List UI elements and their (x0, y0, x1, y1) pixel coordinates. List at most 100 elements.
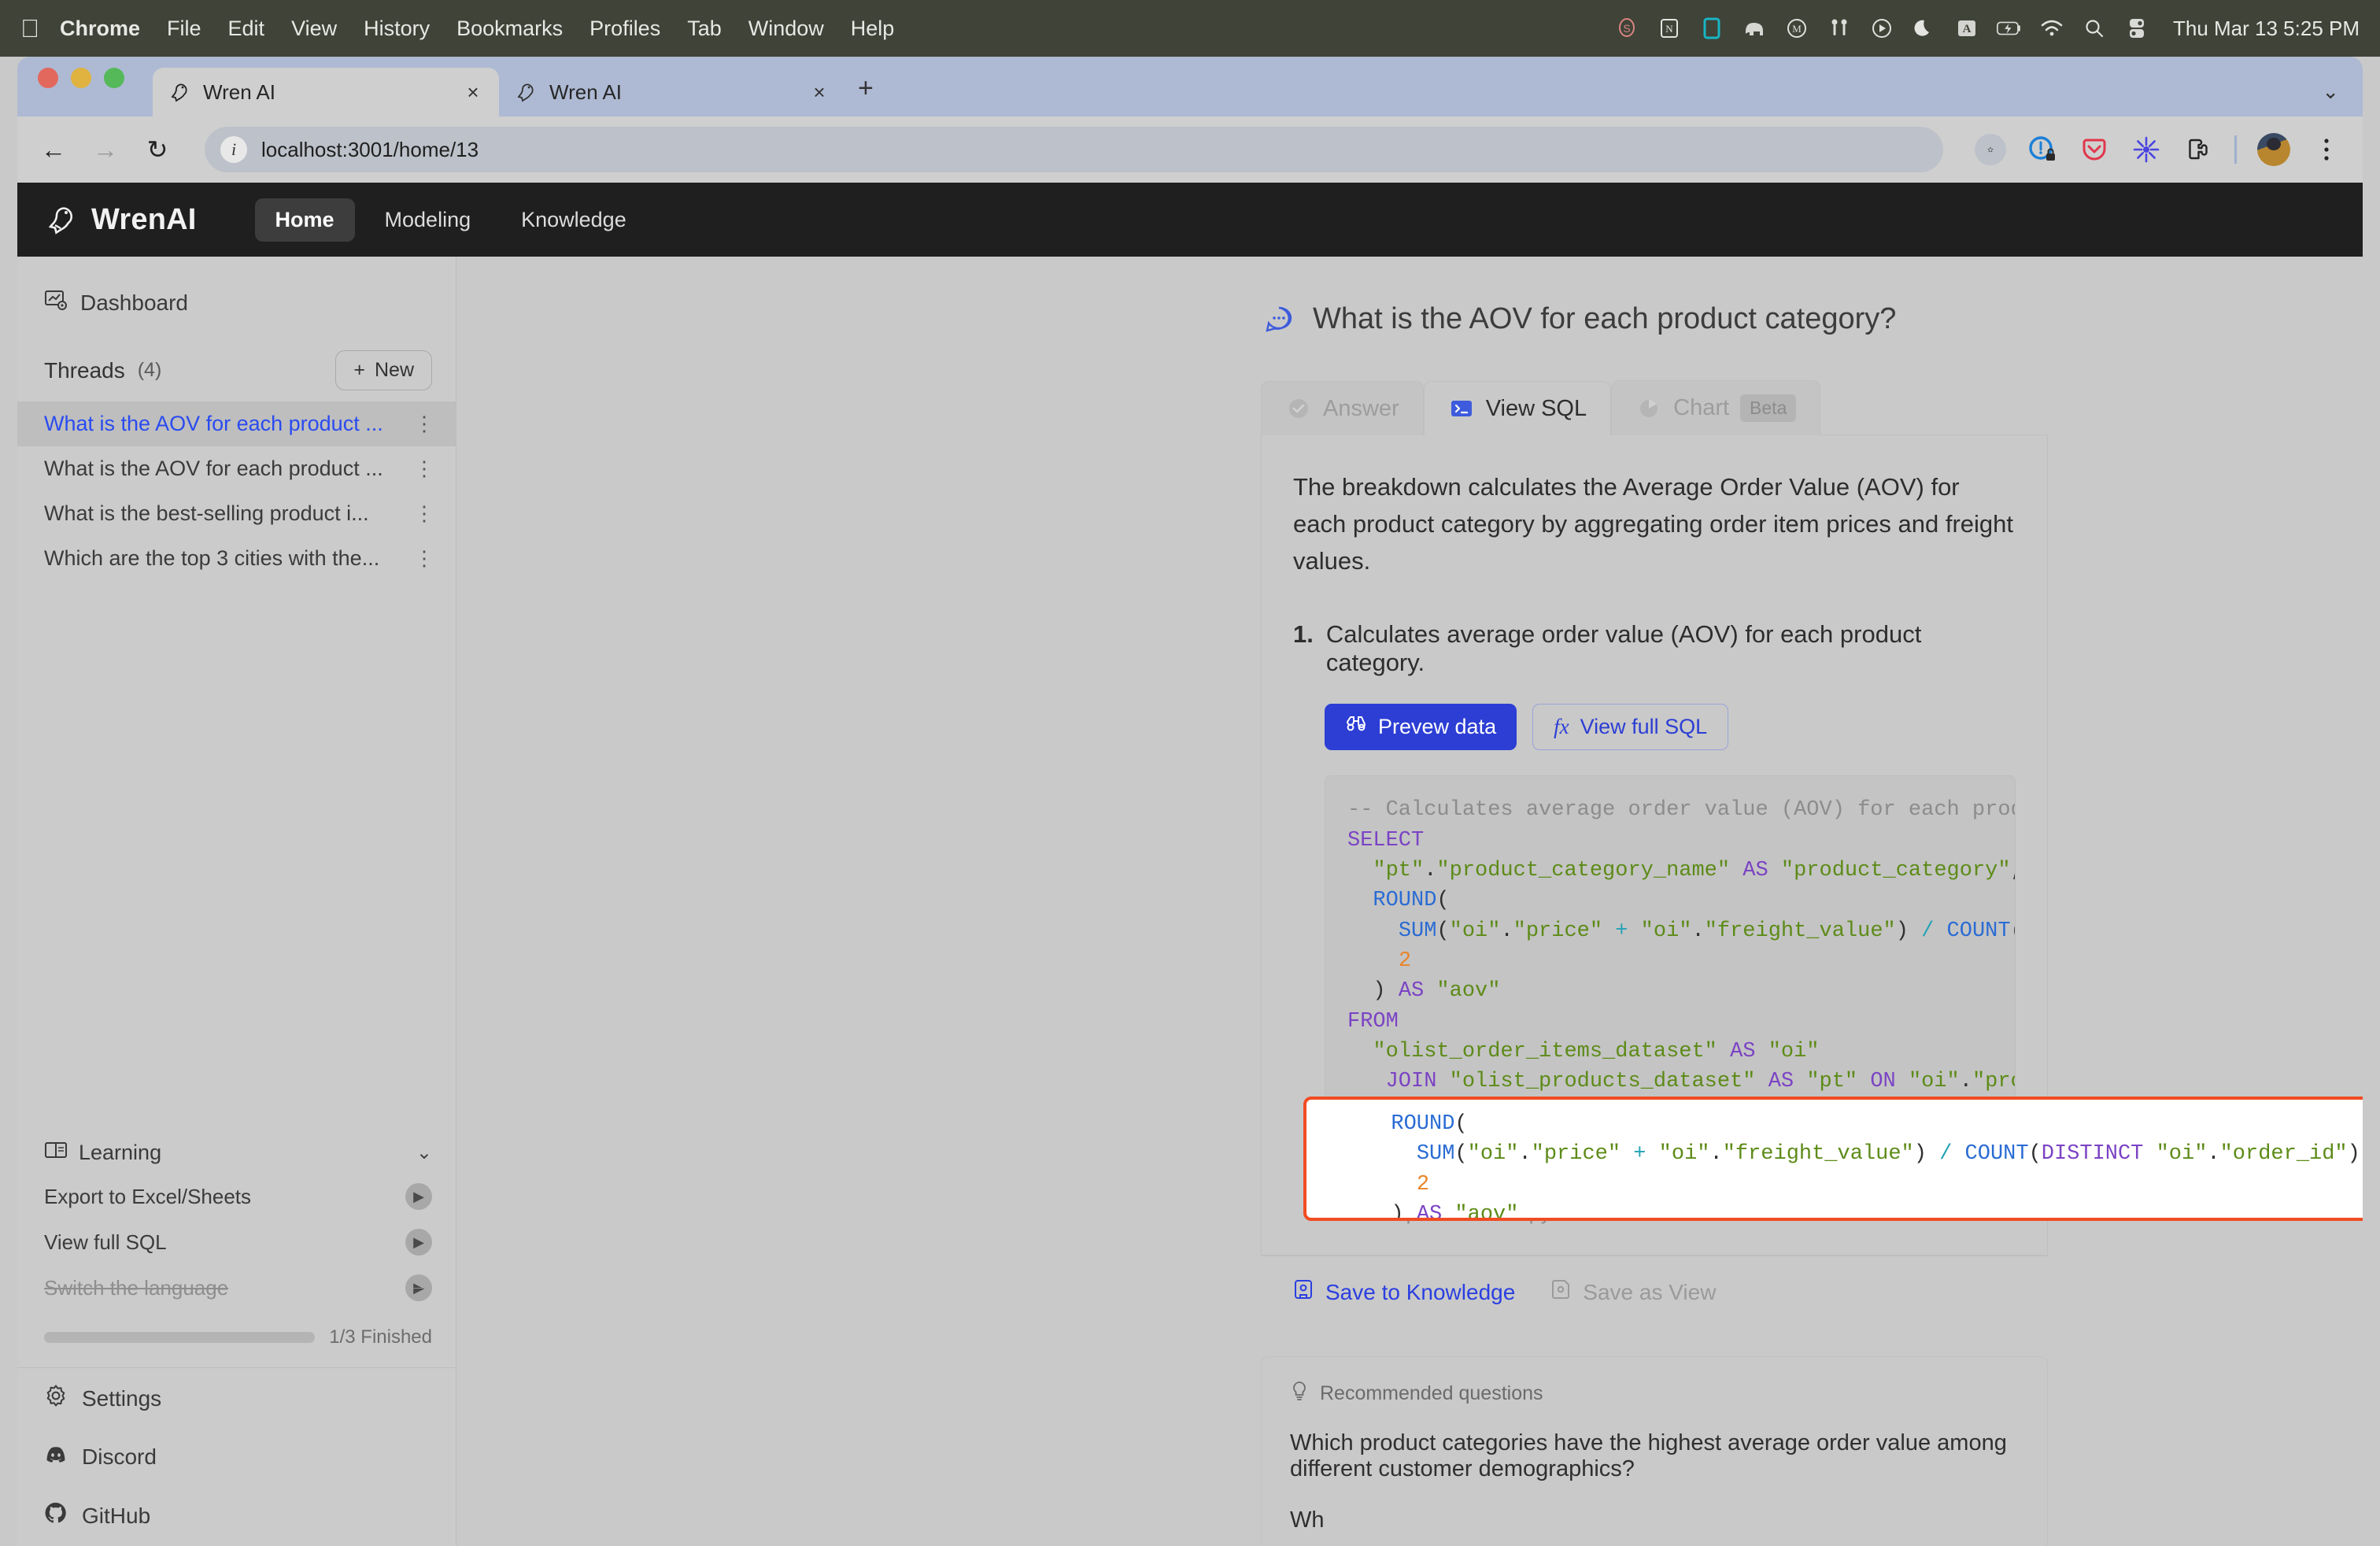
privacy-badge-icon[interactable] (2027, 134, 2058, 165)
recommended-title: Recommended questions (1320, 1382, 1543, 1405)
menu-file[interactable]: File (167, 17, 201, 41)
airpods-icon[interactable] (1827, 16, 1852, 41)
input-source-a-icon[interactable]: A (1954, 16, 1979, 41)
discord-icon (44, 1444, 68, 1470)
save-as-view-button[interactable]: Save as View (1550, 1278, 1716, 1306)
sidebar-item-label: Settings (82, 1385, 162, 1411)
wren-bird-icon (515, 80, 538, 104)
close-icon[interactable]: × (463, 80, 483, 105)
forward-button[interactable]: → (90, 134, 121, 165)
apple-logo-icon[interactable]:  (20, 16, 39, 41)
menu-bookmarks[interactable]: Bookmarks (456, 17, 563, 41)
sidebar-thread-4[interactable]: Which are the top 3 cities with the... ⋮ (17, 536, 456, 581)
step-text: Calculates average order value (AOV) for… (1325, 620, 1922, 677)
thread-more-icon[interactable]: ⋮ (414, 546, 435, 571)
view-full-sql-button[interactable]: fx View full SQL (1532, 704, 1729, 751)
chat-bubble-icon (1262, 303, 1295, 336)
sql-step: 1. Calculates average order value (AOV) … (1293, 620, 2016, 677)
thread-more-icon[interactable]: ⋮ (414, 501, 435, 526)
wren-bird-logo-icon (44, 202, 80, 238)
sidebar-item-dashboard[interactable]: Dashboard (17, 277, 456, 328)
thread-more-icon[interactable]: ⋮ (414, 412, 435, 436)
fx-icon: fx (1554, 715, 1569, 739)
menu-window[interactable]: Window (748, 17, 824, 41)
tab-answer[interactable]: Answer (1261, 381, 1424, 435)
bracket-teal-icon[interactable] (1699, 16, 1724, 41)
profile-avatar[interactable] (2257, 133, 2290, 166)
pocket-icon[interactable] (2079, 134, 2110, 165)
menu-history[interactable]: History (364, 17, 430, 41)
recommended-question-2[interactable]: Wh (1290, 1507, 2019, 1533)
learning-item-switch-language[interactable]: Switch the language ▶ (17, 1265, 456, 1311)
menu-tab[interactable]: Tab (687, 17, 722, 41)
new-thread-button[interactable]: + New (335, 350, 432, 390)
svg-text:N: N (1665, 23, 1673, 35)
close-icon[interactable]: × (809, 80, 830, 105)
rocket-s-icon[interactable]: S (1614, 16, 1639, 41)
chevron-down-icon[interactable]: ⌄ (416, 1141, 432, 1164)
extension-burst-icon[interactable] (2131, 134, 2162, 165)
control-center-icon[interactable] (2124, 16, 2149, 41)
address-bar[interactable]: i localhost:3001/home/13 (205, 127, 1943, 172)
battery-charging-icon[interactable] (1997, 16, 2022, 41)
nav-link-modeling[interactable]: Modeling (364, 198, 492, 242)
search-icon[interactable] (2082, 16, 2107, 41)
play-icon[interactable]: ▶ (405, 1229, 432, 1256)
chrome-menu-icon[interactable] (2311, 134, 2342, 165)
sidebar-item-github[interactable]: GitHub (17, 1485, 456, 1546)
sidebar-thread-3[interactable]: What is the best-selling product i... ⋮ (17, 491, 456, 536)
nav-link-home[interactable]: Home (254, 198, 355, 242)
svg-text:S: S (1623, 22, 1630, 35)
play-icon[interactable]: ▶ (405, 1274, 432, 1301)
minimize-window-button[interactable] (71, 68, 91, 88)
reload-button[interactable]: ↻ (142, 134, 173, 165)
step-number: 1. (1293, 620, 1314, 649)
progress-bar (44, 1332, 316, 1343)
notion-icon[interactable]: N (1657, 16, 1682, 41)
bookmark-star-icon[interactable] (1975, 134, 2006, 165)
close-window-button[interactable] (38, 68, 58, 88)
sidebar-thread-2[interactable]: What is the AOV for each product ... ⋮ (17, 446, 456, 491)
moon-icon[interactable] (1912, 16, 1937, 41)
threads-header: Threads (4) + New (17, 328, 456, 401)
new-tab-button[interactable]: + (858, 73, 874, 117)
play-circle-icon[interactable] (1869, 16, 1894, 41)
m-circle-icon[interactable]: M (1784, 16, 1809, 41)
book-icon (44, 1140, 68, 1166)
tab-list-chevron-icon[interactable]: ⌄ (2322, 80, 2363, 117)
learning-item-view-full-sql[interactable]: View full SQL ▶ (17, 1219, 456, 1265)
gear-icon (44, 1384, 68, 1413)
back-button[interactable]: ← (38, 134, 69, 165)
menu-profiles[interactable]: Profiles (589, 17, 660, 41)
app-brand[interactable]: WrenAI (44, 202, 197, 238)
learning-item-export[interactable]: Export to Excel/Sheets ▶ (17, 1174, 456, 1219)
elephant-icon[interactable] (1742, 16, 1767, 41)
recommended-question-1[interactable]: Which product categories have the highes… (1290, 1430, 2019, 1482)
menu-help[interactable]: Help (851, 17, 895, 41)
nav-link-knowledge[interactable]: Knowledge (501, 198, 647, 242)
maximize-window-button[interactable] (104, 68, 124, 88)
browser-tab-1[interactable]: Wren AI × (153, 68, 499, 117)
tab-chart[interactable]: Chart Beta (1611, 380, 1821, 435)
plus-icon: + (353, 359, 365, 381)
sidebar-item-label: Discord (82, 1444, 157, 1469)
thread-label: Which are the top 3 cities with the... (44, 546, 380, 570)
site-info-icon[interactable]: i (220, 136, 247, 163)
save-to-knowledge-button[interactable]: Save to Knowledge (1292, 1278, 1515, 1306)
menu-bar-clock[interactable]: Thu Mar 13 5:25 PM (2173, 17, 2360, 41)
sidebar-thread-1[interactable]: What is the AOV for each product ... ⋮ (17, 401, 456, 446)
menu-chrome[interactable]: Chrome (60, 17, 140, 41)
play-icon[interactable]: ▶ (405, 1183, 432, 1210)
wifi-icon[interactable] (2039, 16, 2064, 41)
thread-more-icon[interactable]: ⋮ (414, 457, 435, 481)
browser-tab-2[interactable]: Wren AI × (499, 68, 845, 117)
menu-view[interactable]: View (291, 17, 337, 41)
tab-view-sql[interactable]: View SQL (1423, 381, 1612, 435)
preview-data-button[interactable]: Prevew data (1325, 704, 1517, 751)
menu-edit[interactable]: Edit (228, 17, 265, 41)
save-knowledge-icon (1292, 1278, 1314, 1306)
extensions-puzzle-icon[interactable] (2182, 134, 2214, 165)
sidebar-item-discord[interactable]: Discord (17, 1429, 456, 1485)
sidebar-item-settings[interactable]: Settings (17, 1368, 456, 1429)
learning-section-header[interactable]: Learning ⌄ (17, 1127, 456, 1174)
